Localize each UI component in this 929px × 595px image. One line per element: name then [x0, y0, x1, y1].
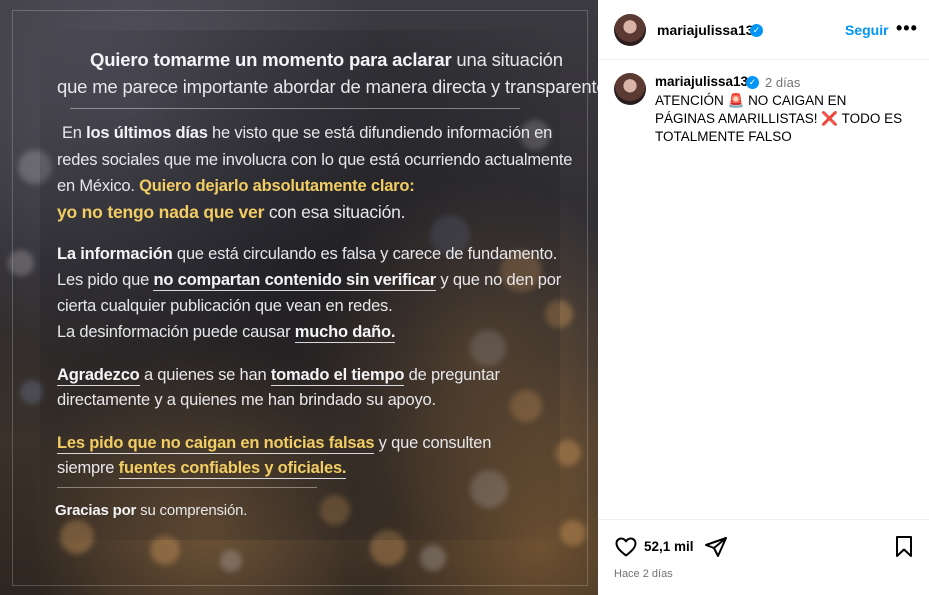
comment-username[interactable]: mariajulissa13: [655, 74, 748, 89]
heart-icon[interactable]: [614, 535, 638, 559]
statement-line-10: La desinformación puede causar mucho dañ…: [57, 323, 396, 343]
text-span: una situación: [451, 49, 563, 70]
posted-time[interactable]: Hace 2 días: [614, 568, 673, 580]
statement-line-14: siempre fuentes confiables y oficiales.: [57, 459, 347, 479]
text-span: siempre: [57, 459, 119, 477]
highlight-phrase: Quiero dejarlo absolutamente claro:: [139, 177, 415, 195]
text-span: La desinformación puede causar: [57, 323, 295, 341]
text-span: con esa situación.: [264, 202, 406, 222]
statement-line-5: en México. Quiero dejarlo absolutamente …: [57, 177, 415, 196]
statement-line-12: directamente y a quienes me han brindado…: [57, 391, 436, 409]
text-span: en México.: [57, 177, 140, 195]
bold-phrase: La información: [57, 245, 173, 263]
paper-plane-icon[interactable]: [704, 535, 728, 559]
text-span: que está circulando es falsa y carece de…: [172, 245, 558, 263]
statement-line-8: Les pido que no compartan contenido sin …: [57, 271, 562, 291]
highlight-phrase: fuentes confiables y oficiales.: [118, 459, 347, 479]
statement-line-13: Les pido que no caigan en noticias falsa…: [57, 434, 492, 454]
underlined-phrase: Agradezco: [57, 366, 140, 386]
highlight-phrase: Les pido que no caigan en noticias falsa…: [57, 434, 375, 454]
highlight-phrase: yo no tengo nada que ver: [57, 202, 265, 222]
more-options-icon[interactable]: •••: [896, 18, 918, 39]
text-span: a quienes se han: [139, 366, 271, 384]
underlined-phrase: mucho daño.: [294, 323, 396, 343]
statement-line-3: En los últimos días he visto que se está…: [62, 124, 552, 143]
verified-badge-icon: ✓: [746, 76, 759, 89]
statement-line-15: Gracias por su comprensión.: [55, 502, 247, 519]
post-image[interactable]: Quiero tomarme un momento para aclarar u…: [0, 0, 598, 595]
text-span: y que no den por: [436, 271, 562, 289]
like-count[interactable]: 52,1 mil: [644, 539, 694, 554]
statement-line-7: La información que está circulando es fa…: [57, 245, 557, 264]
statement-line-11: Agradezco a quienes se han tomado el tie…: [57, 366, 500, 386]
text-span: he visto que se está difundiendo informa…: [207, 124, 553, 142]
post-sidebar: mariajulissa13 ✓ Seguir ••• mariajulissa…: [598, 0, 929, 595]
bookmark-icon[interactable]: [894, 535, 914, 559]
bold-phrase: los últimos días: [86, 124, 208, 142]
avatar[interactable]: [614, 73, 646, 105]
statement-line-4: redes sociales que me involucra con lo q…: [57, 151, 573, 169]
statement-line-1: Quiero tomarme un momento para aclarar u…: [90, 49, 563, 71]
underlined-phrase: tomado el tiempo: [270, 366, 405, 386]
underlined-phrase: no compartan contenido sin verificar: [153, 271, 437, 291]
bold-phrase: Gracias por: [55, 502, 137, 519]
text-span: de preguntar: [404, 366, 500, 384]
verified-badge-icon: ✓: [750, 24, 763, 37]
text-span: y que consulten: [374, 434, 492, 452]
statement-line-9: cierta cualquier publicación que vean en…: [57, 297, 393, 315]
action-bar: 52,1 mil Hace 2 días: [598, 519, 929, 595]
bold-phrase: Quiero tomarme un momento para aclarar: [90, 49, 452, 70]
statement-line-2: que me parece importante abordar de mane…: [57, 76, 598, 97]
avatar[interactable]: [614, 14, 646, 46]
divider: [70, 108, 520, 109]
header-username[interactable]: mariajulissa13: [657, 22, 754, 38]
divider: [57, 487, 317, 488]
text-span: En: [62, 124, 87, 142]
comment-timestamp[interactable]: 2 días: [765, 75, 800, 90]
statement-line-6: yo no tengo nada que ver con esa situaci…: [57, 202, 406, 223]
post-header: mariajulissa13 ✓ Seguir •••: [598, 0, 929, 60]
caption-text: ATENCIÓN 🚨 NO CAIGAN EN PÁGINAS AMARILLI…: [655, 93, 903, 144]
text-span: Les pido que: [57, 271, 154, 289]
follow-button[interactable]: Seguir: [845, 22, 889, 38]
text-span: su comprensión.: [136, 502, 248, 519]
